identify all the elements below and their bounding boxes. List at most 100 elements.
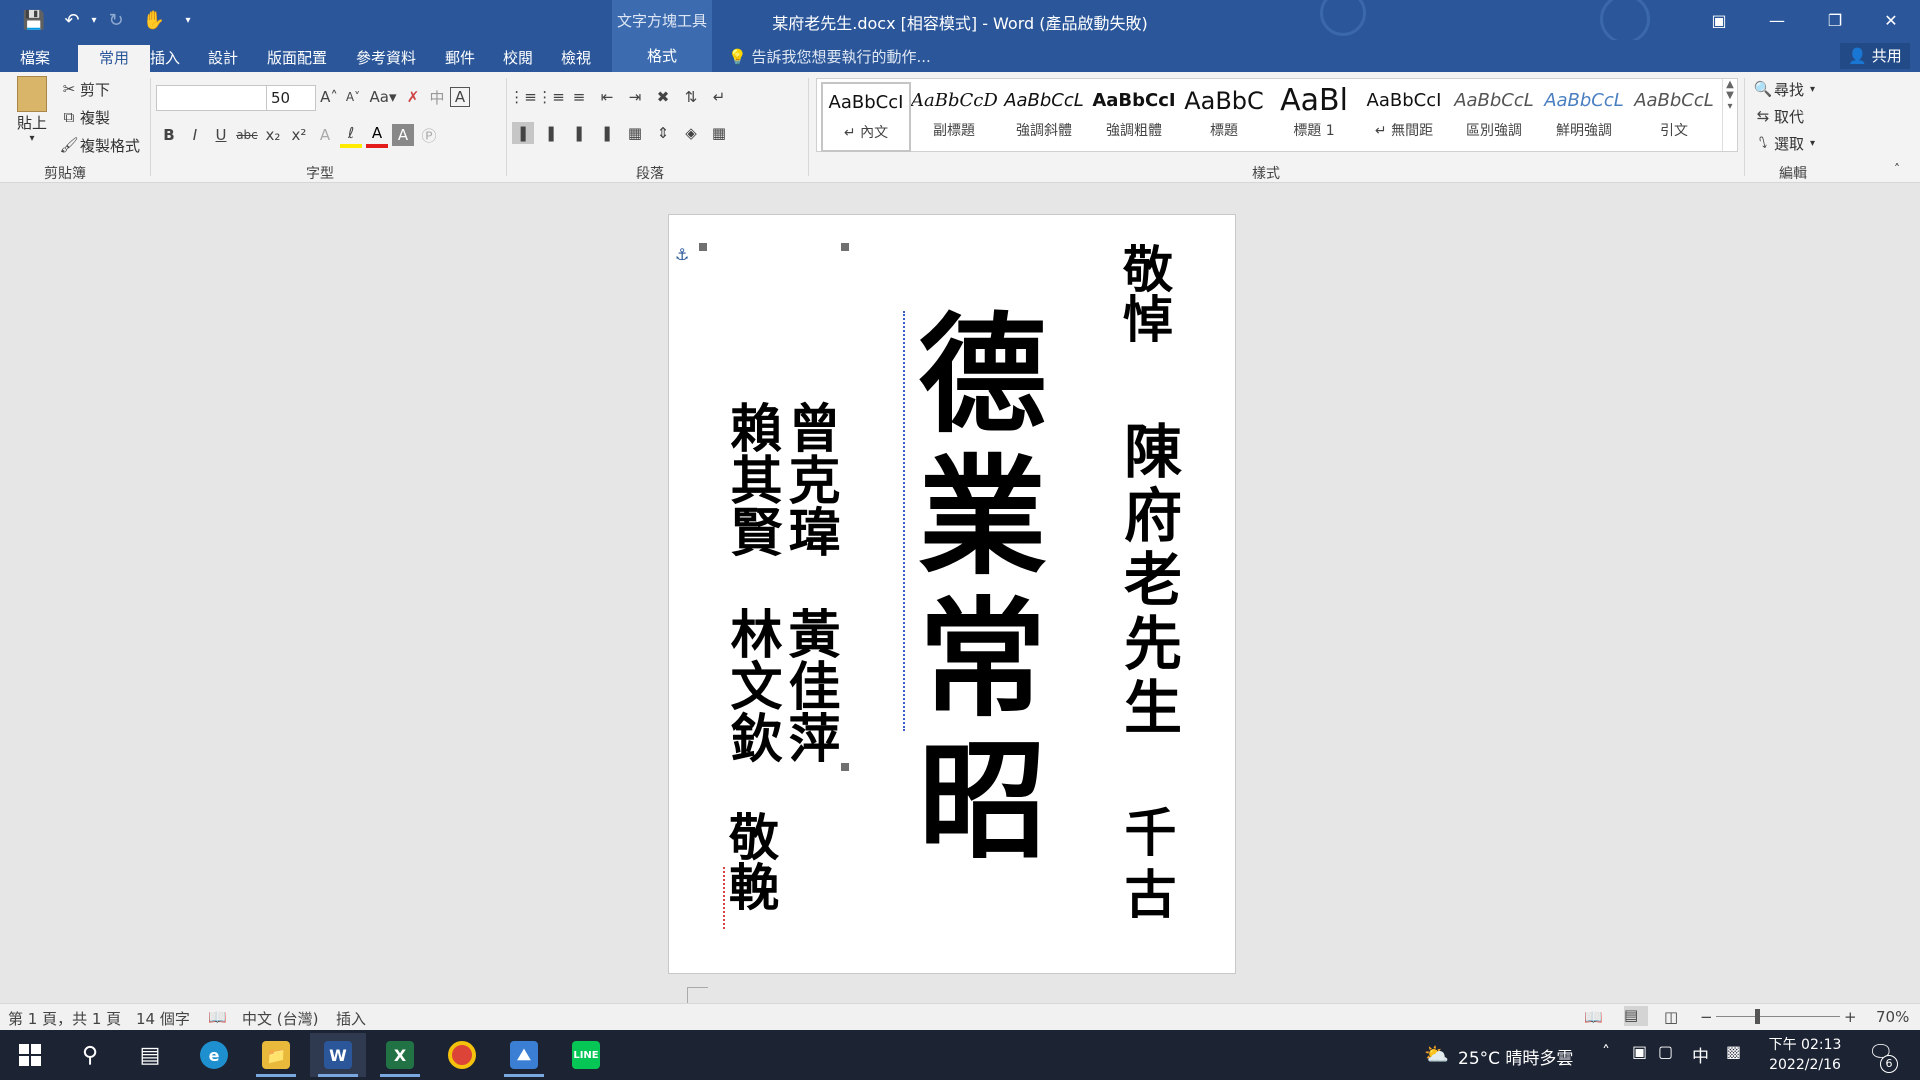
borders-icon[interactable]: ▦ [708,122,730,144]
font-size-combo[interactable]: 50 [266,85,316,111]
mourner-name[interactable]: 賴其賢 [721,401,782,557]
style-quote[interactable]: AaBbCcL 引文 [1631,82,1717,148]
offering-text[interactable]: 敬輓 [721,811,780,911]
chrome-icon[interactable] [434,1033,490,1077]
align-center-icon[interactable]: ❚ [540,122,562,144]
multilevel-list-icon[interactable]: ≡ [568,86,590,108]
zoom-level[interactable]: 70% [1876,1008,1909,1026]
style-heading-1[interactable]: AaBl 標題 1 [1271,82,1357,148]
zoom-out-button[interactable]: − [1700,1008,1713,1026]
tab-format[interactable]: 格式 [612,45,712,66]
style-subtitle[interactable]: AaBbCcDı 副標題 [911,82,997,148]
zoom-in-button[interactable]: + [1844,1008,1857,1026]
cut-button[interactable]: ✂ 剪下 [58,78,110,100]
show-marks-icon[interactable]: ↵ [708,86,730,108]
tab-home[interactable]: 常用 [78,45,150,72]
read-mode-icon[interactable]: 📖 [1584,1008,1603,1026]
collapse-ribbon-icon[interactable]: ˄ [1894,162,1900,176]
clock[interactable]: 下午 02:13 2022/2/16 [1760,1035,1850,1075]
network-icon[interactable]: ▢ [1658,1042,1673,1061]
copy-button[interactable]: ⧉ 複製 [58,106,110,128]
word-count[interactable]: 14 個字 [136,1008,190,1029]
character-border-icon[interactable]: A [450,87,470,107]
superscript-icon[interactable]: x² [288,124,310,146]
style-subtle-emphasis[interactable]: AaBbCcL 強調斜體 [1001,82,1087,148]
zoom-thumb[interactable] [1755,1009,1761,1024]
mourner-name[interactable]: 黃佳萍 [779,607,840,763]
tab-references[interactable]: 參考資料 [348,45,424,72]
tell-me-box[interactable]: 💡 告訴我您想要執行的動作... [728,45,931,69]
enclose-characters-icon[interactable]: Ⓟ [418,124,440,146]
tab-review[interactable]: 校閱 [495,45,541,72]
format-painter-button[interactable]: 🖌 複製格式 [58,134,140,156]
style-title[interactable]: AaBbC 標題 [1181,82,1267,148]
minimize-button[interactable]: — [1748,0,1806,40]
line-spacing-icon[interactable]: ⇕ [652,122,674,144]
gallery-scroll[interactable]: ▲ ▼ ▾ [1722,79,1737,151]
touch-mode-icon[interactable]: ✋ [140,6,168,34]
restore-button[interactable]: ❐ [1806,0,1864,40]
italic-icon[interactable]: I [184,124,206,146]
task-view-icon[interactable]: ▤ [122,1033,178,1077]
document-page[interactable]: ⚓ 敬悼 陳府老先生 千古 德業常昭 曾克瑋 賴其賢 黃佳萍 林文欽 敬輓 [668,214,1236,1008]
grow-font-icon[interactable]: A˄ [318,86,340,108]
clear-formatting-icon[interactable]: ✗ [402,86,424,108]
ime-indicator[interactable]: 中 [1692,1042,1709,1067]
phonetic-guide-icon[interactable]: 中 [426,86,448,108]
share-button[interactable]: 👤 共用 [1840,43,1910,69]
photos-icon[interactable]: ⛰ [496,1033,552,1077]
justify-icon[interactable]: ❚ [596,122,618,144]
show-hidden-icons-icon[interactable]: ˄ [1602,1042,1610,1061]
weather-text[interactable]: 25°C 晴時多雲 [1458,1044,1573,1069]
font-color-icon[interactable]: A [366,122,388,148]
asian-layout-icon[interactable]: ✖ [652,86,674,108]
decrease-indent-icon[interactable]: ⇤ [596,86,618,108]
subscript-icon[interactable]: x₂ [262,124,284,146]
distributed-icon[interactable]: ▦ [624,122,646,144]
underline-icon[interactable]: U [210,124,232,146]
proofing-icon[interactable]: 📖 [208,1008,227,1026]
web-layout-icon[interactable]: ◫ [1664,1008,1678,1026]
shrink-font-icon[interactable]: A˅ [342,86,364,108]
tab-view[interactable]: 檢視 [553,45,599,72]
find-button[interactable]: 🔍 尋找 ▾ [1752,78,1815,100]
save-icon[interactable]: 💾 [20,6,48,34]
select-button[interactable]: ⭛ 選取 ▾ [1752,132,1815,154]
input-mode-icon[interactable]: ▩ [1726,1042,1741,1061]
deceased-name[interactable]: 陳府老先生 [1114,421,1182,741]
camera-icon[interactable]: ▣ [1632,1042,1647,1061]
numbering-icon[interactable]: ⋮≡ [537,86,565,108]
textbox-handle[interactable] [841,243,849,251]
change-case-icon[interactable]: Aa▾ [366,86,400,108]
tab-file[interactable]: 檔案 [12,45,58,72]
highlight-icon[interactable]: ℓ [340,122,362,148]
style-strong[interactable]: AaBbCcI 強調粗體 [1091,82,1177,148]
tab-mailings[interactable]: 郵件 [437,45,483,72]
align-top-icon[interactable]: ❚ [512,122,534,144]
strikethrough-icon[interactable]: abc [236,124,258,146]
redo-icon[interactable]: ↻ [102,6,130,34]
print-layout-icon[interactable]: ▤ [1624,1006,1648,1026]
file-explorer-icon[interactable]: 📁 [248,1033,304,1077]
insert-mode[interactable]: 插入 [336,1008,366,1029]
tab-layout[interactable]: 版面配置 [259,45,335,72]
textbox-handle[interactable] [841,763,849,771]
page-count[interactable]: 第 1 頁，共 1 頁 [8,1008,121,1029]
ribbon-display-options-icon[interactable]: ▣ [1690,0,1748,40]
paste-button[interactable]: 貼上 ▾ [12,76,52,154]
bold-icon[interactable]: B [158,124,180,146]
weather-icon[interactable]: ⛅ [1424,1042,1449,1066]
edge-icon[interactable]: e [186,1033,242,1077]
style-intense-emphasis[interactable]: AaBbCcL 鮮明強調 [1541,82,1627,148]
style-subtle-reference[interactable]: AaBbCcL 區別強調 [1451,82,1537,148]
replace-button[interactable]: ⇆ 取代 [1752,105,1804,127]
windows-start-icon[interactable] [2,1033,58,1077]
shading-icon[interactable]: ◈ [680,122,702,144]
language[interactable]: 中文 (台灣) [242,1008,318,1029]
tab-insert[interactable]: 插入 [142,45,188,72]
elegy-main-text[interactable]: 德業常昭 [896,307,1046,875]
character-shading-icon[interactable]: A [392,124,414,146]
word-icon[interactable]: W [310,1033,366,1077]
zoom-slider[interactable] [1716,1009,1840,1024]
tab-design[interactable]: 設計 [200,45,246,72]
